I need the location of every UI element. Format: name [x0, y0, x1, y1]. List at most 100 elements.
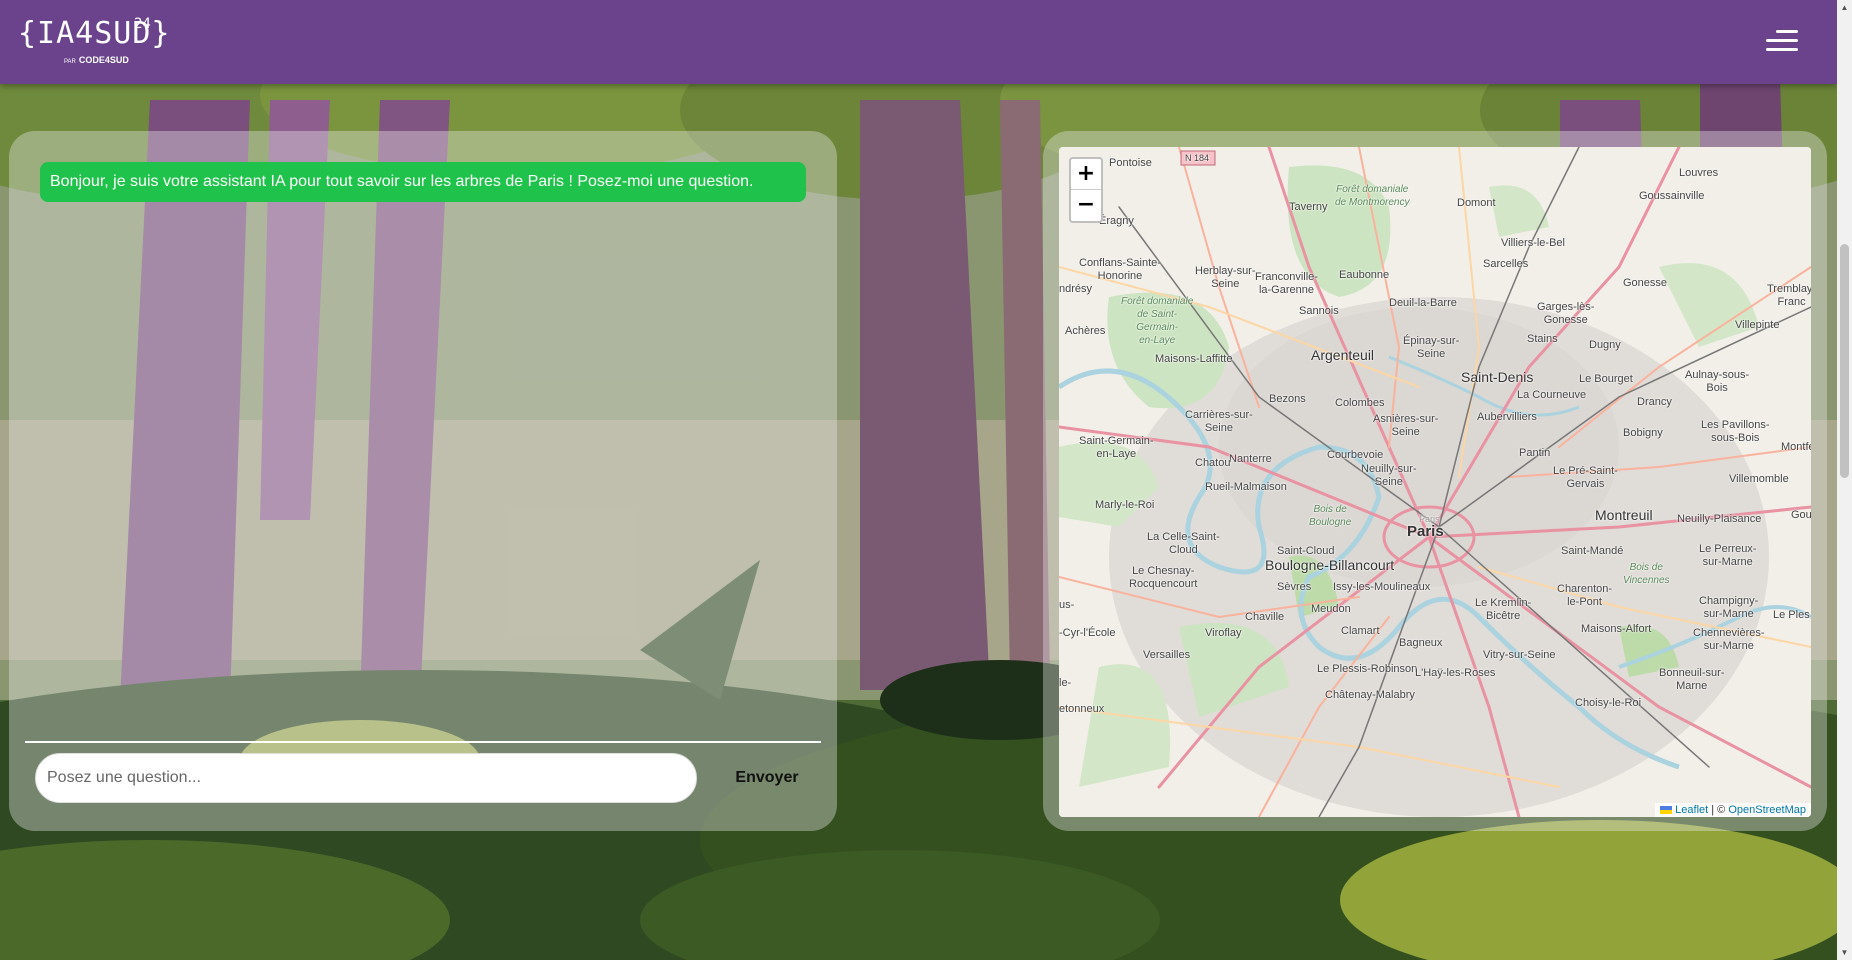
map-label-sevres: Sèvres — [1277, 581, 1312, 593]
map-label-meudon: Meudon — [1311, 603, 1351, 615]
map-label-carrieres: Carrières-sur- Seine — [1185, 409, 1253, 434]
map-label-bagneux: Bagneux — [1399, 637, 1443, 649]
map-label-pre-saint-gervais: Le Pré-Saint- Gervais — [1553, 465, 1618, 490]
map-label-eaubonne: Eaubonne — [1339, 269, 1390, 281]
map-label-bois-boulogne: Bois de Boulogne — [1309, 504, 1352, 528]
openstreetmap-link[interactable]: OpenStreetMap — [1728, 804, 1806, 816]
map-label-saint-cloud: Saint-Cloud — [1277, 545, 1335, 557]
map-label-sarcelles: Sarcelles — [1483, 258, 1529, 270]
map-label-bezons: Bezons — [1269, 393, 1306, 405]
map-label-asnieres: Asnières-sur- Seine — [1373, 413, 1439, 438]
map-label-chatenay: Châtenay-Malabry — [1325, 689, 1415, 701]
map-label-pantin: Pantin — [1519, 447, 1551, 459]
map-label-villemomble: Villemomble — [1729, 473, 1789, 485]
map-label-aulnay: Aulnay-sous- Bois — [1685, 369, 1750, 394]
map-panel: Paris Argenteuil Saint-Denis Boulogne-Bi… — [1043, 131, 1827, 831]
map-label-eragny: Éragny — [1099, 215, 1134, 227]
map-label-choisy: Choisy-le-Roi — [1575, 697, 1642, 709]
hamburger-menu-icon[interactable] — [1764, 24, 1804, 60]
map-label-champigny: Champigny- sur-Marne — [1699, 595, 1759, 620]
question-input[interactable] — [35, 753, 697, 803]
map-label-bois-vincennes: Bois de Vincennes — [1623, 562, 1670, 586]
map-label-domont: Domont — [1457, 197, 1496, 209]
map-label-herblay: Herblay-sur- Seine — [1195, 265, 1256, 290]
send-button[interactable]: Envoyer — [715, 753, 819, 803]
top-header: {IA4SUD} 24 PAR CODE4SUD — [0, 0, 1837, 84]
map-label-epinay: Épinay-sur- Seine — [1403, 335, 1460, 360]
map-label-n184: N 184 — [1185, 153, 1210, 163]
map-label-kremlin: Le Kremlin- Bicêtre — [1475, 597, 1532, 622]
logo-byline: PAR CODE4SUD — [64, 55, 129, 65]
map-label-louvres: Louvres — [1679, 167, 1719, 179]
zoom-out-button[interactable]: − — [1071, 189, 1101, 220]
map-label-montreuil: Montreuil — [1595, 507, 1653, 523]
map-label-versailles: Versailles — [1143, 649, 1191, 661]
zoom-in-button[interactable]: + — [1071, 159, 1101, 189]
map-label-gou: Gou — [1791, 509, 1811, 521]
chat-divider — [25, 741, 821, 743]
map-label-neuilly: Neuilly-sur- Seine — [1361, 463, 1417, 488]
page-scrollbar[interactable]: ▲ ▼ — [1837, 0, 1852, 960]
map-label-le-ples: Le Ples — [1773, 609, 1810, 621]
map-label-chatou: Chatou — [1195, 457, 1231, 469]
map-label-tremblay: Tremblay- Franc — [1767, 283, 1811, 308]
map-label-le-bourget: Le Bourget — [1579, 373, 1633, 385]
map-label-paris-small: Paris — [1419, 514, 1440, 524]
map-label-villepinte: Villepinte — [1735, 319, 1780, 331]
map-label-taverny: Taverny — [1289, 201, 1328, 213]
map-label-plessis: Le Plessis-Robinson — [1317, 663, 1418, 675]
map-label-stains: Stains — [1527, 333, 1558, 345]
map-label-etonneux: etonneux — [1059, 703, 1105, 715]
map-label-deuil: Deuil-la-Barre — [1389, 297, 1457, 309]
map-label-paris: Paris — [1407, 523, 1444, 540]
map-label-maisons-laffitte: Maisons-Laffitte — [1155, 353, 1233, 365]
map-label-montfe: Montfe — [1781, 441, 1811, 453]
map-label-garges: Garges-lès- Gonesse — [1537, 301, 1595, 326]
menu-line-1 — [1776, 30, 1798, 33]
leaflet-map[interactable]: Paris Argenteuil Saint-Denis Boulogne-Bi… — [1059, 147, 1811, 817]
map-label-colombes: Colombes — [1335, 397, 1385, 409]
map-label-sannois: Sannois — [1299, 305, 1339, 317]
map-label-rueil: Rueil-Malmaison — [1205, 481, 1287, 493]
map-label-saint-cyr: -Cyr-l'École — [1059, 627, 1116, 639]
map-label-chennevieres: Chennevières- sur-Marne — [1693, 627, 1765, 652]
map-label-chaville: Chaville — [1245, 611, 1285, 623]
scroll-thumb[interactable] — [1840, 244, 1849, 478]
logo-superscript: 24 — [134, 16, 151, 32]
map-label-nanterre: Nanterre — [1229, 453, 1272, 465]
map-label-courbevoie: Courbevoie — [1327, 449, 1384, 461]
map-label-saint-denis: Saint-Denis — [1461, 369, 1534, 385]
zoom-control: + − — [1069, 157, 1103, 223]
map-label-viroflay: Viroflay — [1205, 627, 1242, 639]
map-label-forest-montmorency: Forêt domaniale de Montmorency — [1335, 184, 1410, 208]
map-label-le: le- — [1059, 677, 1072, 689]
map-label-bobigny: Bobigny — [1623, 427, 1663, 439]
ukraine-flag-icon — [1660, 806, 1673, 815]
map-label-maisons-alfort: Maisons-Alfort — [1581, 623, 1652, 635]
map-label-andresy: ndrésy — [1059, 283, 1093, 295]
map-attribution: Leaflet | © OpenStreetMap — [1655, 803, 1811, 817]
scroll-up-arrow-icon[interactable]: ▲ — [1837, 0, 1852, 15]
map-label-perreux: Le Perreux- sur-Marne — [1699, 543, 1757, 568]
map-label-la-courneuve: La Courneuve — [1517, 389, 1587, 401]
map-label-aubervilliers: Aubervilliers — [1477, 411, 1537, 423]
leaflet-link[interactable]: Leaflet — [1675, 804, 1708, 816]
logo-by-name: CODE4SUD — [78, 55, 129, 65]
map-label-vitry: Vitry-sur-Seine — [1483, 649, 1556, 661]
chat-panel: Bonjour, je suis votre assistant IA pour… — [9, 131, 837, 831]
map-label-franconville: Franconville- la-Garenne — [1255, 271, 1318, 296]
attribution-separator: | © — [1708, 804, 1729, 816]
map-label-issy: Issy-les-Moulineaux — [1333, 581, 1431, 593]
map-label-boulogne: Boulogne-Billancourt — [1265, 557, 1395, 573]
ia4sud-logo[interactable]: {IA4SUD} 24 PAR CODE4SUD — [18, 14, 171, 65]
map-label-bonneuil: Bonneuil-sur- Marne — [1659, 667, 1725, 692]
map-label-marly: Marly-le-Roi — [1095, 499, 1155, 511]
map-label-conflans: Conflans-Sainte- Honorine — [1079, 257, 1161, 282]
map-label-pavillons: Les Pavillons- sous-Bois — [1701, 419, 1770, 444]
bot-message: Bonjour, je suis votre assistant IA pour… — [40, 162, 806, 202]
map-label-la-celle: La Celle-Saint- Cloud — [1147, 531, 1220, 556]
map-label-saint-mande: Saint-Mandé — [1561, 545, 1624, 557]
map-label-clamart: Clamart — [1341, 625, 1380, 637]
map-label-charenton: Charenton- le-Pont — [1557, 583, 1613, 608]
scroll-down-arrow-icon[interactable]: ▼ — [1837, 945, 1852, 960]
